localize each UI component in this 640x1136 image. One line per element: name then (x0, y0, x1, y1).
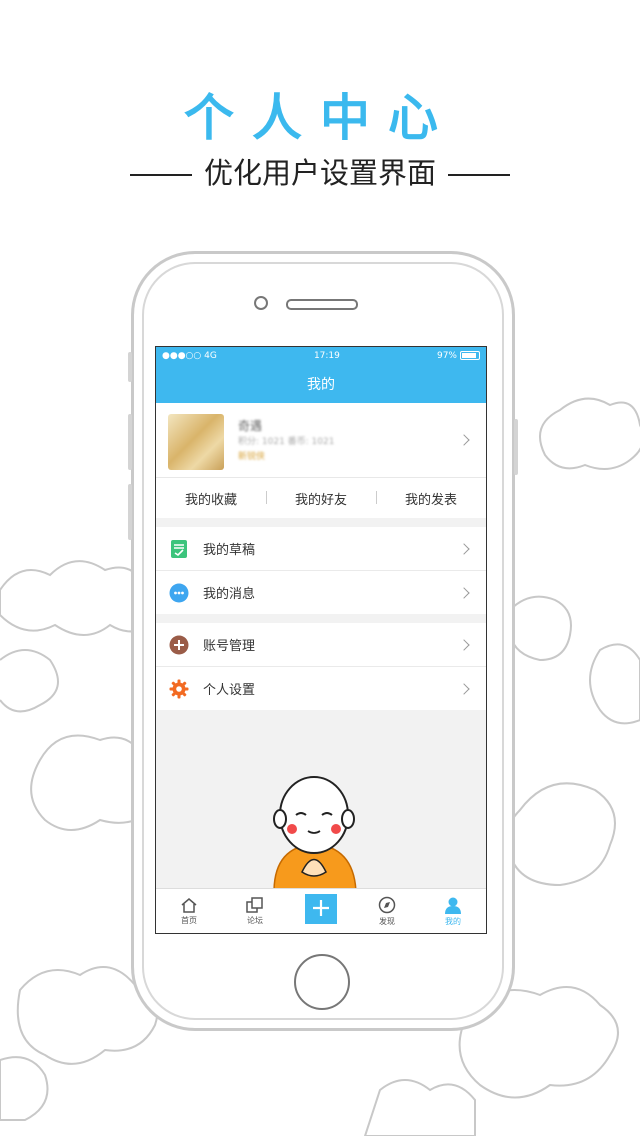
settings-icon (168, 678, 190, 700)
my-friends-link[interactable]: 我的好友 (266, 489, 376, 508)
compass-icon (378, 896, 396, 913)
my-posts-link[interactable]: 我的发表 (376, 489, 486, 508)
menu-item-drafts[interactable]: 我的草稿 (156, 527, 486, 571)
menu-item-label: 我的消息 (203, 587, 256, 602)
message-icon (168, 582, 190, 604)
menu-group-settings: 账号管理 个人设置 (156, 623, 486, 710)
chevron-right-icon (458, 683, 470, 695)
power-button (514, 419, 518, 475)
account-icon (168, 634, 190, 656)
tab-label: 首页 (181, 915, 197, 925)
my-favorites-link[interactable]: 我的收藏 (156, 489, 266, 508)
status-bar: ●●●○○ 4G 17:19 97% (156, 347, 486, 365)
tab-bar: 首页 论坛 发现 我的 (156, 888, 486, 933)
tab-discover[interactable]: 发现 (354, 889, 420, 933)
tab-label: 我的 (445, 916, 461, 926)
chevron-right-icon (458, 434, 470, 446)
profile-level: 新锐侠 (238, 452, 266, 462)
battery-icon (459, 351, 480, 360)
signal-dots: ●●●○○ (162, 351, 202, 361)
nav-title: 我的 (307, 377, 335, 393)
home-icon (181, 897, 197, 913)
profile-stats: 积分: 1021 番币: 1021 (238, 437, 335, 447)
menu-item-label: 个人设置 (203, 683, 256, 698)
profile-name: 奇遇 (238, 419, 263, 433)
tab-label: 论坛 (247, 915, 263, 925)
tab-home[interactable]: 首页 (156, 889, 222, 933)
speaker-grille (286, 299, 358, 310)
menu-item-label: 账号管理 (203, 639, 256, 654)
nav-bar: 我的 (156, 365, 486, 403)
avatar[interactable] (168, 414, 224, 470)
menu-group-content: 我的草稿 我的消息 (156, 527, 486, 614)
network-label: 4G (204, 351, 217, 361)
signal-indicator: ●●●○○ 4G (162, 351, 217, 361)
tab-label: 发现 (379, 916, 395, 926)
user-icon (445, 897, 461, 914)
menu-item-label: 我的草稿 (203, 543, 256, 558)
volume-down-button (128, 484, 132, 540)
phone-screen: ●●●○○ 4G 17:19 97% 我的 奇遇 积分: 1021 番币: 10… (155, 346, 487, 934)
tab-forum[interactable]: 论坛 (222, 889, 288, 933)
mute-switch (128, 352, 132, 382)
chevron-right-icon (458, 543, 470, 555)
menu-item-messages[interactable]: 我的消息 (156, 571, 486, 614)
battery-indicator: 97% (437, 351, 480, 361)
menu-item-settings[interactable]: 个人设置 (156, 667, 486, 710)
volume-up-button (128, 414, 132, 470)
monk-mascot-illustration (273, 776, 357, 892)
menu-item-account[interactable]: 账号管理 (156, 623, 486, 667)
plus-icon[interactable] (305, 894, 337, 924)
camera-icon (254, 296, 268, 310)
status-time: 17:19 (313, 351, 340, 361)
forum-icon (246, 896, 263, 913)
draft-icon (168, 538, 190, 560)
home-button[interactable] (294, 954, 350, 1010)
tab-mine[interactable]: 我的 (420, 889, 486, 933)
chevron-right-icon (458, 587, 470, 599)
chevron-right-icon (458, 639, 470, 651)
phone-frame: ●●●○○ 4G 17:19 97% 我的 奇遇 积分: 1021 番币: 10… (128, 251, 518, 1031)
tab-post[interactable] (288, 889, 354, 933)
battery-percent: 97% (436, 351, 457, 361)
profile-card[interactable]: 奇遇 积分: 1021 番币: 1021 新锐侠 (156, 403, 486, 478)
quick-links: 我的收藏 我的好友 我的发表 (156, 478, 486, 518)
